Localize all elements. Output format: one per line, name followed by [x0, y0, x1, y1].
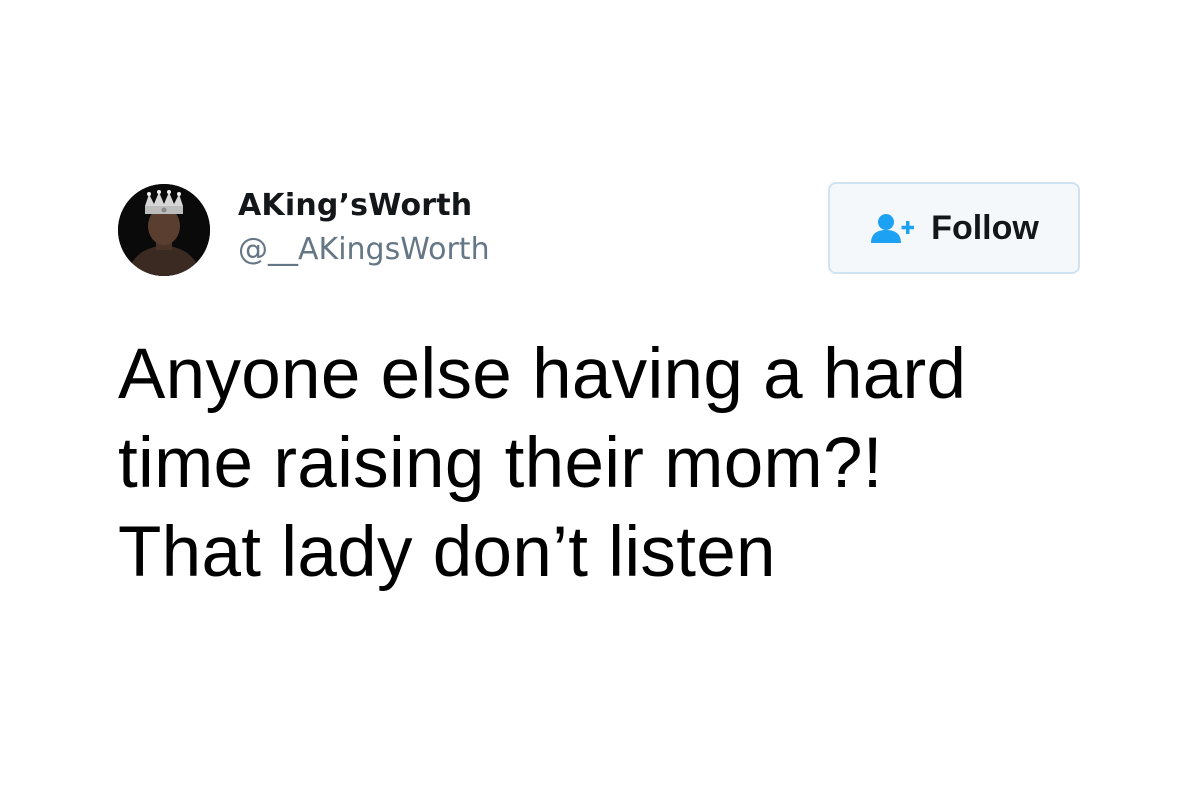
add-user-icon: [871, 214, 915, 243]
avatar[interactable]: [118, 184, 210, 276]
author-display-name[interactable]: AKing’sWorth: [238, 188, 490, 224]
tweet-card: AKing’sWorth @__AKingsWorth Follow Anyon…: [118, 182, 1082, 597]
author-names: AKing’sWorth @__AKingsWorth: [238, 188, 490, 270]
author-handle[interactable]: @__AKingsWorth: [238, 230, 490, 270]
tweet-header: AKing’sWorth @__AKingsWorth Follow: [118, 182, 1082, 276]
tweet-text: Anyone else having a hard time raising t…: [118, 335, 967, 592]
page: AKing’sWorth @__AKingsWorth Follow Anyon…: [0, 0, 1200, 800]
follow-button[interactable]: Follow: [828, 182, 1080, 274]
follow-button-label: Follow: [931, 208, 1039, 247]
avatar-image: [118, 184, 210, 276]
